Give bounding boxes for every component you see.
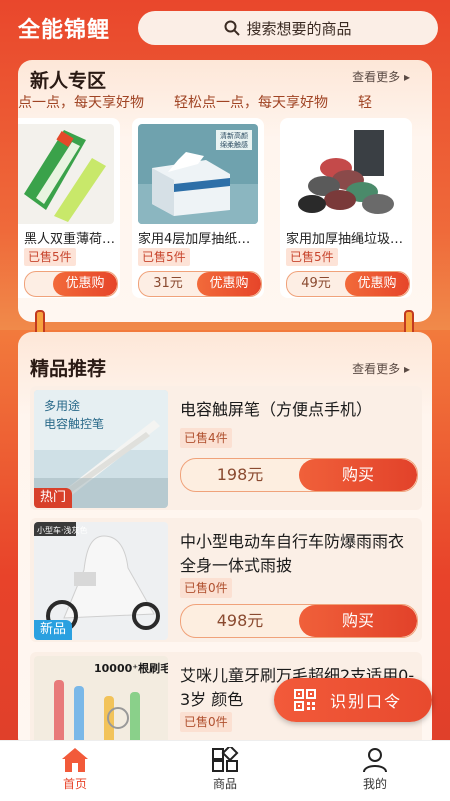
app-title: 全能锦鲤 — [18, 18, 111, 43]
buy-button[interactable]: 购买 — [299, 605, 417, 637]
discount-buy-button[interactable]: 优惠购 — [345, 272, 409, 296]
qr-code-icon — [294, 689, 316, 711]
sold-count: 已售5件 — [24, 248, 76, 266]
search-bar[interactable]: 搜索想要的商品 — [138, 11, 438, 45]
product-price: 498元 — [216, 611, 264, 630]
discount-buy-button[interactable]: 优惠购 — [53, 272, 117, 296]
featured-more-link[interactable]: 查看更多 ▸ — [352, 360, 410, 377]
newcomer-product-card[interactable]: 家用加厚抽绳垃圾… 已售5件 49元 优惠购 — [280, 118, 412, 298]
toothpaste-image — [18, 124, 114, 224]
marquee-text: 轻松点一点，每天享好物 — [174, 95, 328, 111]
buy-button[interactable]: 购买 — [299, 459, 417, 491]
arrow-right-icon: ▸ — [403, 362, 410, 376]
more-label: 查看更多 — [352, 70, 401, 84]
stylus-image: 多用途 电容触控笔 热门 — [34, 390, 168, 508]
product-name: 家用4层加厚抽纸… — [138, 232, 251, 247]
newcomer-more-link[interactable]: 查看更多 ▸ — [352, 68, 410, 85]
buy-bar[interactable]: 优惠购 — [24, 271, 118, 297]
product-name: 家用加厚抽绳垃圾… — [286, 232, 404, 247]
sold-count: 已售4件 — [180, 428, 232, 448]
image-caption: 多用途 — [44, 398, 80, 413]
tab-label: 首页 — [62, 777, 87, 791]
search-icon — [224, 20, 241, 36]
newcomer-title: 新人专区 — [30, 70, 107, 92]
trash-bag-image — [286, 124, 406, 224]
arrow-right-icon: ▸ — [403, 70, 410, 84]
grid-icon — [212, 747, 239, 772]
tab-products[interactable]: 商品 — [185, 747, 265, 792]
raincoat-image: 小型车·浅灰色 新品 — [34, 522, 168, 640]
sold-count: 已售5件 — [286, 248, 338, 266]
home-icon — [62, 748, 88, 772]
featured-product-card[interactable]: 多用途 电容触控笔 热门 电容触屏笔（方便点手机） 已售4件 198元 购买 — [30, 386, 422, 510]
tab-profile[interactable]: 我的 — [335, 747, 415, 792]
header: 全能锦鲤 搜索想要的商品 — [0, 0, 450, 56]
recognize-code-button[interactable]: 识别口令 — [274, 678, 432, 722]
featured-title: 精品推荐 — [30, 358, 107, 380]
marquee-text: 点一点，每天享好物 — [18, 95, 144, 111]
bottom-tab-bar: 首页 商品 我的 — [0, 740, 450, 801]
buy-bar[interactable]: 31元 优惠购 — [138, 271, 262, 297]
product-price: 198元 — [216, 465, 264, 484]
product-price: 49元 — [301, 276, 331, 291]
newcomer-section: 新人专区 查看更多 ▸ 点一点，每天享好物 轻松点一点，每天享好物 轻 黑人双重薄荷… — [18, 60, 432, 322]
sold-count: 已售5件 — [138, 248, 190, 266]
svg-text:清新高颜: 清新高颜 — [220, 131, 248, 140]
buy-bar[interactable]: 49元 优惠购 — [286, 271, 410, 297]
tab-label: 我的 — [362, 777, 387, 791]
product-name: 黑人双重薄荷… — [24, 232, 116, 247]
tab-home[interactable]: 首页 — [35, 747, 115, 792]
product-name: 中小型电动车自行车防爆雨雨衣全身一体式雨披 — [180, 532, 405, 575]
more-label: 查看更多 — [352, 362, 401, 376]
product-tag: 新品 — [34, 620, 73, 640]
buy-bar[interactable]: 198元 购买 — [180, 458, 418, 492]
product-tag: 热门 — [34, 488, 73, 508]
marquee-text: 轻 — [358, 95, 372, 111]
product-price: 31元 — [153, 276, 183, 291]
toothbrush-image: 10000⁺根刷毛 — [34, 656, 168, 752]
svg-text:绵柔触感: 绵柔触感 — [220, 140, 248, 149]
newcomer-marquee: 点一点，每天享好物 轻松点一点，每天享好物 轻 — [18, 92, 432, 114]
recognize-code-label: 识别口令 — [330, 692, 403, 711]
user-icon — [363, 748, 387, 773]
buy-bar[interactable]: 498元 购买 — [180, 604, 418, 638]
newcomer-product-list: 黑人双重薄荷… 已售5件 优惠购 清新高颜 绵柔触感 家用4层加厚抽纸… 已售5… — [18, 118, 432, 308]
product-name: 电容触屏笔（方便点手机） — [180, 400, 373, 419]
sold-count: 已售0件 — [180, 712, 232, 732]
tab-label: 商品 — [212, 777, 237, 791]
tissue-image: 清新高颜 绵柔触感 — [138, 124, 258, 224]
discount-buy-button[interactable]: 优惠购 — [197, 272, 261, 296]
newcomer-product-card[interactable]: 清新高颜 绵柔触感 家用4层加厚抽纸… 已售5件 31元 优惠购 — [132, 118, 264, 298]
featured-product-card[interactable]: 小型车·浅灰色 新品 中小型电动车自行车防爆雨雨衣全身一体式雨披 已售0件 49… — [30, 518, 422, 642]
newcomer-product-card[interactable]: 黑人双重薄荷… 已售5件 优惠购 — [18, 118, 120, 298]
search-placeholder: 搜索想要的商品 — [246, 19, 352, 38]
image-caption: 电容触控笔 — [44, 416, 104, 431]
sold-count: 已售0件 — [180, 578, 232, 598]
image-caption: 10000⁺根刷毛 — [94, 661, 168, 675]
image-caption: 小型车·浅灰色 — [37, 525, 88, 535]
